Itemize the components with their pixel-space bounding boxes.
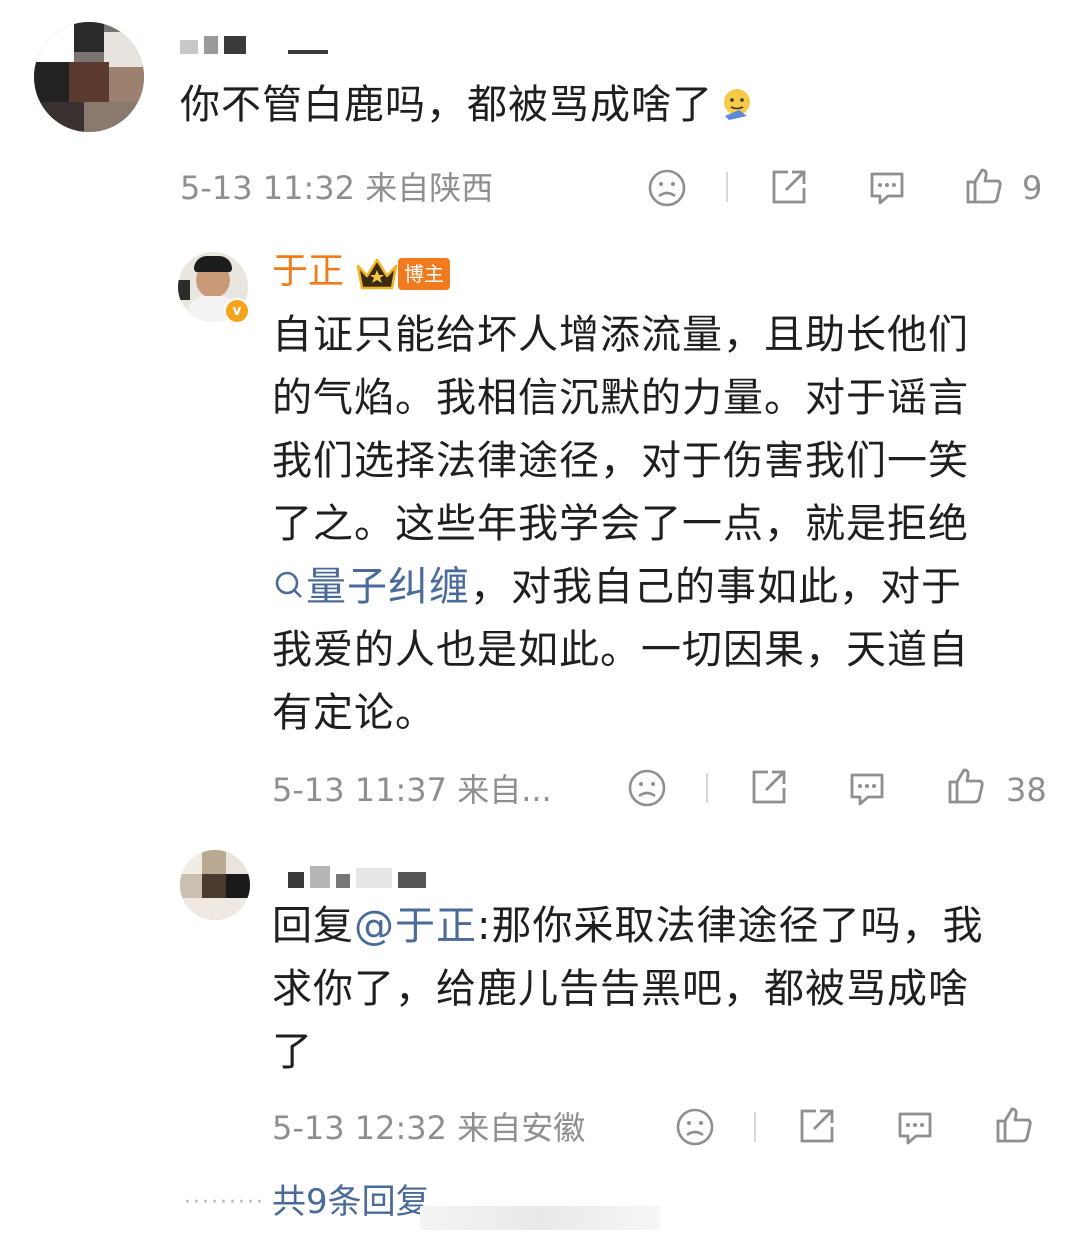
topic-link[interactable]: 量子纠缠 [272, 564, 470, 610]
reply-line: 的气焰。我相信沉默的力量。对于谣言 [272, 375, 969, 421]
comment-text: 你不管白鹿吗，都被骂成啥了 [180, 74, 755, 137]
reply-line: 有定论。 [272, 690, 436, 736]
reply-prefix: 回复 [272, 903, 354, 949]
divider [706, 773, 708, 803]
like-icon[interactable] [944, 764, 988, 808]
divider [726, 172, 728, 202]
commenter-avatar[interactable] [34, 22, 144, 132]
like-count: 38 [1006, 771, 1047, 809]
reply-line: 求你了，给鹿儿告告黑吧，都被骂成啥 [272, 966, 969, 1012]
watermark-blur [420, 1206, 660, 1230]
verified-badge: v [224, 298, 250, 324]
reply-line: 量子纠缠，对我自己的事如此，对于 [272, 556, 962, 619]
replier-avatar[interactable] [180, 850, 250, 920]
like-count: 9 [1022, 169, 1043, 207]
reply-line: 了之。这些年我学会了一点，就是拒绝 [272, 501, 969, 547]
reply-line: 我爱的人也是如此。一切因果，天道自 [272, 627, 969, 673]
comment-meta: 5-13 11:32 来自陕西 [180, 169, 494, 207]
author-name[interactable]: 于正 [272, 250, 344, 294]
dislike-icon[interactable] [646, 167, 688, 209]
username-blurred[interactable] [180, 36, 328, 54]
share-icon[interactable] [796, 1105, 838, 1147]
share-icon[interactable] [748, 766, 790, 808]
comment-icon[interactable] [866, 166, 908, 208]
topic-link-text: 量子纠缠 [306, 564, 470, 610]
reply-line-rest: :那你采取法律途径了吗，我 [477, 903, 984, 949]
comment-icon[interactable] [846, 767, 888, 809]
like-icon[interactable] [962, 164, 1006, 208]
face-palm-emoji-icon [719, 78, 755, 120]
reply-text: 回复@于正:那你采取法律途径了吗，我 [272, 895, 983, 958]
username-blurred[interactable] [288, 850, 426, 888]
reply-line: 自证只能给坏人增添流量，且助长他们 [272, 312, 969, 358]
more-replies-link[interactable]: 共9条回复 [272, 1180, 430, 1224]
reply-meta: 5-13 12:32 来自安徽 [272, 1109, 586, 1147]
reply-meta: 5-13 11:37 来自... [272, 771, 552, 809]
mention-link[interactable]: @于正 [354, 903, 477, 949]
comment-icon[interactable] [894, 1106, 936, 1148]
crown-icon [354, 256, 400, 292]
reply-line: 我们选择法律途径，对于伤害我们一笑 [272, 438, 969, 484]
reply-line-rest: ，对我自己的事如此，对于 [470, 564, 962, 610]
search-icon [272, 558, 306, 598]
dislike-icon[interactable] [674, 1106, 716, 1148]
divider [754, 1112, 756, 1142]
share-icon[interactable] [768, 166, 810, 208]
reply-line: 了 [272, 1029, 313, 1075]
like-icon[interactable] [992, 1103, 1036, 1147]
blogger-badge: 博主 [398, 258, 450, 290]
dotted-leader: ········· [184, 1190, 265, 1215]
dislike-icon[interactable] [626, 767, 668, 809]
